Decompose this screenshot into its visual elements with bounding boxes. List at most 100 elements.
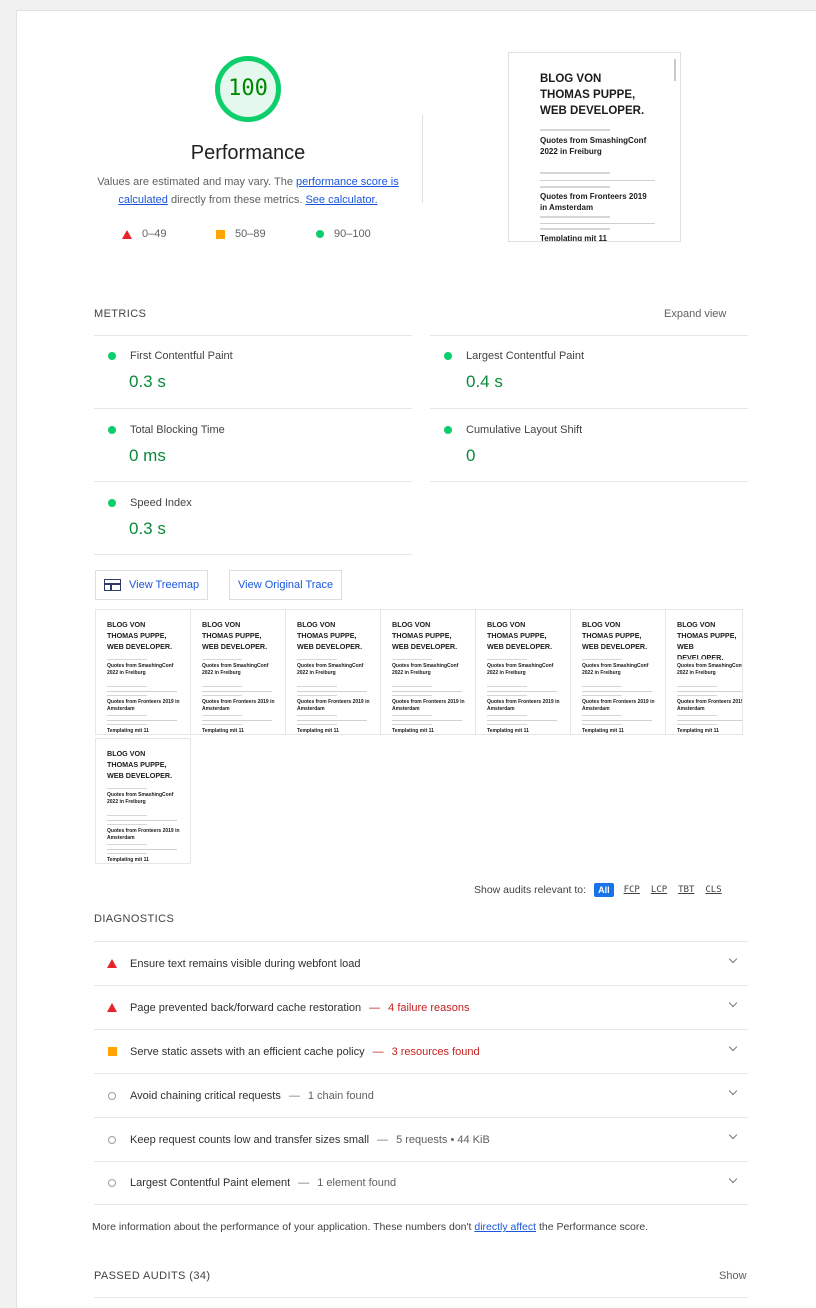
show-passed-audits-toggle[interactable]: Show (719, 1270, 747, 1282)
post-title: Quotes from Fronteers 2019 in Amsterdam (677, 699, 743, 712)
circle-green-icon (316, 230, 324, 238)
post-title: Quotes from SmashingConf 2022 in Freibur… (297, 663, 364, 676)
filmstrip-frame: BLOG VON THOMAS PUPPE, WEB DEVELOPER. Quote… (285, 609, 381, 735)
post-title: Quotes from Fronteers 2019 in Amsterdam (540, 192, 647, 212)
filter-fcp-chip[interactable]: FCP (624, 885, 640, 895)
audit-filter: Show audits relevant to: All FCP LCP TBT… (474, 883, 722, 897)
score-description: Values are estimated and may vary. The p… (97, 176, 399, 206)
metric-tbt-value: 0 ms (129, 446, 166, 465)
expand-view-toggle[interactable]: Expand view (664, 308, 726, 320)
filmstrip-frame: BLOG VON THOMAS PUPPE, WEB DEVELOPER. Quote… (570, 609, 666, 735)
blog-title: BLOG VON THOMAS PUPPE, WEB DEVELOPER. (202, 620, 268, 651)
post-title: Quotes from SmashingConf 2022 in Freibur… (487, 663, 554, 676)
filmstrip-frame: BLOG VON THOMAS PUPPE, WEB DEVELOPER. Quote… (95, 738, 191, 864)
directly-affect-link[interactable]: directly affect (474, 1221, 536, 1233)
performance-score-value: 100 (228, 76, 268, 101)
circle-outline-icon (108, 1135, 116, 1144)
chevron-down-icon[interactable] (728, 1042, 738, 1052)
post-title: Templating mit 11 (677, 728, 719, 734)
filter-cls-chip[interactable]: CLS (705, 885, 721, 895)
post-title: Quotes from SmashingConf 2022 in Freibur… (107, 792, 174, 805)
audit-row[interactable]: Serve static assets with an efficient ca… (94, 1029, 748, 1073)
blog-title: BLOG VON THOMAS PUPPE, WEB DEVELOPER. (107, 620, 173, 651)
divider (422, 115, 423, 203)
blog-title: BLOG VON THOMAS PUPPE, WEB DEVELOPER. (297, 620, 363, 651)
post-title: Quotes from Fronteers 2019 in Amsterdam (107, 828, 180, 841)
metric-si-name: Speed Index (108, 497, 192, 509)
metric-lcp-value: 0.4 s (466, 372, 503, 391)
treemap-icon (104, 579, 121, 591)
post-title: Templating mit 11 (107, 728, 149, 734)
final-screenshot[interactable]: BLOG VON THOMAS PUPPE, WEB DEVELOPER. Qu… (508, 52, 681, 242)
filmstrip-frame: BLOG VON THOMAS PUPPE, WEB DEVELOPER. Quote… (380, 609, 476, 735)
pass-dot-icon (444, 352, 452, 360)
performance-score-gauge: 100 (215, 56, 281, 122)
post-title: Quotes from SmashingConf 2022 in Freibur… (540, 136, 647, 156)
metric-fcp-value: 0.3 s (129, 372, 166, 391)
legend-average: 50–89 (216, 228, 266, 240)
metric-fcp-name: First Contentful Paint (108, 350, 233, 362)
audit-row[interactable]: Ensure text remains visible during webfo… (94, 941, 748, 985)
filter-tbt-chip[interactable]: TBT (678, 885, 694, 895)
audit-row[interactable]: Largest Contentful Paint element — 1 ele… (94, 1161, 748, 1205)
post-title: Quotes from Fronteers 2019 in Amsterdam (107, 699, 180, 712)
post-title: Templating mit 11 (487, 728, 529, 734)
post-title: Quotes from SmashingConf 2022 in Freibur… (582, 663, 649, 676)
view-original-trace-button[interactable]: View Original Trace (229, 570, 343, 600)
metric-cls-name: Cumulative Layout Shift (444, 424, 582, 436)
chevron-down-icon[interactable] (728, 1130, 738, 1140)
square-orange-icon (216, 229, 225, 239)
pass-dot-icon (108, 499, 116, 507)
filmstrip-frame: BLOG VON THOMAS PUPPE, WEB DEVELOPER. Quote… (190, 609, 286, 735)
metric-lcp-name: Largest Contentful Paint (444, 350, 584, 362)
view-treemap-button[interactable]: View Treemap (95, 570, 209, 600)
footnote: More information about the performance o… (92, 1221, 649, 1233)
post-title: Templating mit 11 (582, 728, 624, 734)
chevron-down-icon[interactable] (728, 998, 738, 1008)
post-title: Quotes from SmashingConf 2022 in Freibur… (202, 663, 269, 676)
filmstrip-frame: BLOG VON THOMAS PUPPE, WEB DEVELOPER. Quote… (475, 609, 571, 735)
circle-outline-icon (108, 1091, 116, 1100)
passed-audits-label: PASSED AUDITS (34) (94, 1270, 211, 1282)
post-title: Quotes from Fronteers 2019 in Amsterdam (487, 699, 560, 712)
performance-title: Performance (190, 142, 306, 164)
circle-outline-icon (108, 1179, 116, 1187)
chevron-down-icon[interactable] (728, 1086, 738, 1096)
legend-fail: 0–49 (122, 228, 166, 240)
post-title: Quotes from SmashingConf 2022 in Freibur… (677, 663, 743, 676)
post-title: Templating mit 11 (392, 728, 434, 734)
audit-row[interactable]: Page prevented back/forward cache restor… (94, 985, 748, 1029)
post-title: Templating mit 11 (107, 857, 149, 863)
filmstrip-frame: BLOG VON THOMAS PUPPE, WEB DEVELOPER. Quote… (665, 609, 743, 735)
chevron-down-icon[interactable] (728, 1174, 738, 1184)
pass-dot-icon (444, 426, 452, 434)
pass-dot-icon (108, 352, 116, 360)
square-orange-icon (107, 1047, 117, 1056)
audit-row[interactable]: Avoid chaining critical requests — 1 cha… (94, 1073, 748, 1117)
triangle-red-icon (107, 1003, 117, 1012)
chevron-down-icon[interactable] (728, 954, 738, 964)
metrics-label: METRICS (94, 308, 147, 320)
blog-title: BLOG VON THOMAS PUPPE, WEB DEVELOPER. (582, 620, 648, 651)
triangle-red-icon (122, 229, 132, 239)
blog-title: BLOG VON THOMAS PUPPE, WEB DEVELOPER. (392, 620, 458, 651)
filter-all-chip[interactable]: All (594, 883, 614, 897)
triangle-red-icon (107, 959, 117, 968)
metric-si-value: 0.3 s (129, 519, 166, 538)
blog-title: BLOG VON THOMAS PUPPE, WEB DEVELOPER. (107, 749, 173, 780)
post-title: Templating mit 11 (297, 728, 339, 734)
post-title: Quotes from SmashingConf 2022 in Freibur… (107, 663, 174, 676)
blog-title: BLOG VON THOMAS PUPPE, WEB DEVELOPER. (487, 620, 553, 651)
filmstrip-frame: BLOG VON THOMAS PUPPE, WEB DEVELOPER. Quote… (95, 609, 191, 735)
filter-lcp-chip[interactable]: LCP (651, 885, 667, 895)
post-title: Templating mit 11 (202, 728, 244, 734)
blog-title: BLOG VON THOMAS PUPPE, WEB DEVELOPER. (540, 73, 645, 117)
audit-row[interactable]: Keep request counts low and transfer siz… (94, 1117, 748, 1161)
post-title: Quotes from Fronteers 2019 in Amsterdam (582, 699, 655, 712)
see-calculator-link[interactable]: See calculator. (305, 194, 377, 206)
post-title: Quotes from SmashingConf 2022 in Freibur… (392, 663, 459, 676)
metric-cls-value: 0 (466, 446, 476, 465)
scrollbar (674, 59, 676, 81)
diagnostics-label: DIAGNOSTICS (94, 913, 175, 925)
legend-pass: 90–100 (316, 228, 371, 240)
